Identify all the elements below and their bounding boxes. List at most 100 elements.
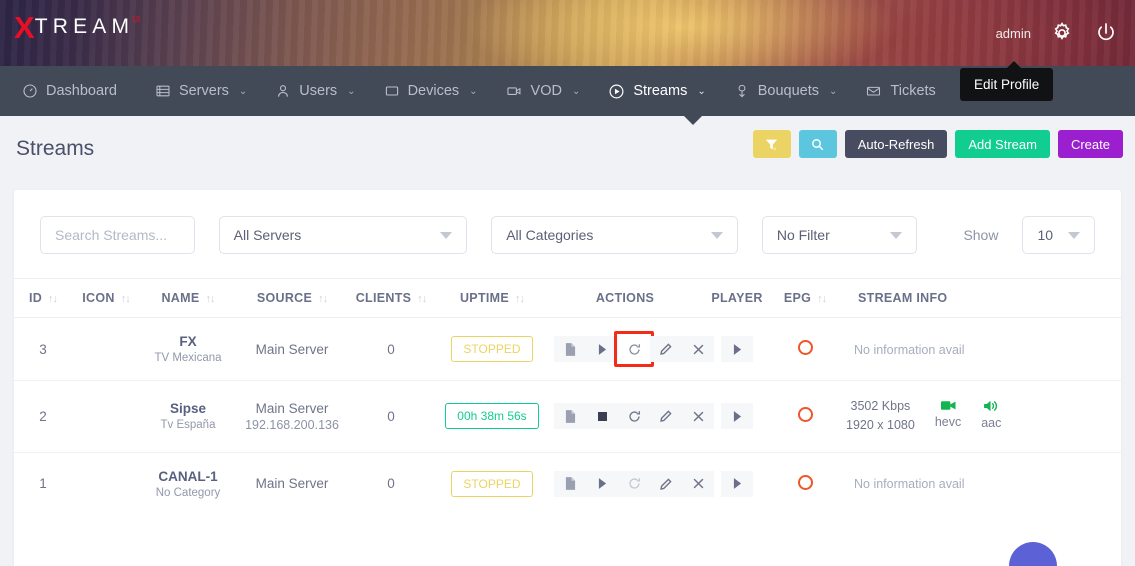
col-label: ICON: [82, 291, 114, 305]
nav-item-dashboard[interactable]: Dashboard: [8, 66, 141, 116]
file-icon[interactable]: [554, 336, 586, 362]
col-name[interactable]: NAME↑↓: [140, 279, 236, 318]
file-icon[interactable]: [554, 471, 586, 497]
file-icon[interactable]: [554, 403, 586, 429]
delete-icon[interactable]: [682, 336, 714, 362]
sort-icon: ↑↓: [515, 293, 524, 305]
floating-action-button[interactable]: [1009, 542, 1057, 566]
source-name: Main Server: [240, 401, 344, 416]
auto-refresh-button[interactable]: Auto-Refresh: [845, 130, 948, 158]
nav-item-vod[interactable]: VOD ⌄: [492, 66, 595, 116]
stream-info-audio-block: aac: [981, 400, 1001, 433]
stream-category: TV Mexicana: [144, 352, 232, 364]
restart-icon[interactable]: [618, 403, 650, 429]
nav-label: Streams: [633, 83, 687, 99]
sort-icon: ↑↓: [417, 293, 426, 305]
gear-icon[interactable]: [1049, 20, 1075, 46]
create-button[interactable]: Create: [1058, 130, 1123, 158]
sort-icon: ↑↓: [318, 293, 327, 305]
video-icon: [941, 400, 956, 411]
search-button[interactable]: [799, 130, 837, 158]
nav-item-streams[interactable]: Streams ⌄: [594, 66, 719, 116]
cell-epg: [774, 381, 836, 453]
stream-info-group: 3502 Kbps 1920 x 1080 hevc aac: [840, 397, 1117, 436]
chevron-down-icon: [1068, 232, 1080, 239]
edit-icon[interactable]: [650, 336, 682, 362]
categories-select[interactable]: All Categories: [491, 216, 738, 254]
stop-icon[interactable]: [586, 403, 618, 429]
cell-source: Main Server: [236, 318, 348, 381]
filter-clear-button[interactable]: x: [753, 130, 791, 158]
page-title: Streams: [16, 137, 94, 161]
restart-icon[interactable]: [618, 336, 650, 362]
chevron-down-icon: ⌄: [347, 86, 355, 97]
player-play-icon[interactable]: [721, 403, 753, 429]
page-header: Streams x Auto-Refresh Add Stream Create: [0, 116, 1135, 182]
delete-icon[interactable]: [682, 471, 714, 497]
col-label: SOURCE: [257, 291, 312, 305]
edit-icon[interactable]: [650, 471, 682, 497]
nav-item-bouquets[interactable]: Bouquets ⌄: [720, 66, 852, 116]
status-badge: STOPPED: [451, 471, 532, 497]
edit-icon[interactable]: [650, 403, 682, 429]
stream-bitrate: 3502 Kbps: [846, 397, 915, 416]
col-source[interactable]: SOURCE ↑↓: [236, 279, 348, 318]
nav-item-devices[interactable]: Devices ⌄: [370, 66, 492, 116]
page-size-select[interactable]: 10: [1022, 216, 1095, 254]
cell-clients: 0: [348, 318, 434, 381]
col-epg[interactable]: EPG↑↓: [774, 279, 836, 318]
col-label: PLAYER: [711, 291, 762, 305]
source-ip: 192.168.200.136: [240, 418, 344, 432]
logo-x: X: [14, 12, 34, 43]
nav-label: Devices: [408, 83, 460, 99]
col-label: UPTIME: [460, 291, 509, 305]
audio-icon: [984, 400, 998, 412]
cell-icon: [72, 318, 140, 381]
col-label: EPG: [784, 291, 811, 305]
col-uptime[interactable]: UPTIME ↑↓: [434, 279, 550, 318]
player-play-icon[interactable]: [721, 336, 753, 362]
sort-icon: ↑↓: [206, 293, 215, 305]
action-button-group: [554, 471, 714, 497]
table-row: 1 CANAL-1 No Category Main Server 0 STOP…: [14, 452, 1121, 515]
stream-name: FX: [144, 334, 232, 349]
delete-icon[interactable]: [682, 403, 714, 429]
categories-select-value: All Categories: [506, 227, 593, 243]
status-filter-select[interactable]: No Filter: [762, 216, 918, 254]
epg-circle-icon[interactable]: [798, 407, 813, 422]
nav-label: VOD: [531, 83, 562, 99]
play-icon[interactable]: [586, 471, 618, 497]
epg-circle-icon[interactable]: [798, 340, 813, 355]
player-play-icon[interactable]: [721, 471, 753, 497]
stream-info-text: No information avail: [854, 477, 964, 491]
col-id[interactable]: ID↑↓: [14, 279, 72, 318]
col-icon[interactable]: ICON↑↓: [72, 279, 140, 318]
nav-label: Dashboard: [46, 83, 117, 99]
chevron-down-icon: [890, 232, 902, 239]
cell-icon: [72, 381, 140, 453]
add-stream-button[interactable]: Add Stream: [955, 130, 1050, 158]
stream-category: No Category: [144, 487, 232, 499]
epg-circle-icon[interactable]: [798, 475, 813, 490]
chevron-down-icon: ⌄: [239, 86, 247, 97]
cell-source: Main Server 192.168.200.136: [236, 381, 348, 453]
cell-stream-info: No information avail: [836, 318, 1121, 381]
nav-item-servers[interactable]: Servers ⌄: [141, 66, 261, 116]
col-clients[interactable]: CLIENTS↑↓: [348, 279, 434, 318]
video-codec: hevc: [935, 415, 961, 429]
cell-name: CANAL-1 No Category: [140, 452, 236, 515]
nav-item-users[interactable]: Users ⌄: [261, 66, 369, 116]
col-actions: ACTIONS: [550, 279, 700, 318]
audio-codec: aac: [981, 416, 1001, 430]
page-action-buttons: x Auto-Refresh Add Stream Create: [753, 130, 1123, 158]
filter-bar: Search Streams... All Servers All Catego…: [14, 190, 1121, 254]
show-label: Show: [963, 227, 998, 243]
stream-name: Sipse: [144, 401, 232, 416]
nav-item-tickets[interactable]: Tickets: [851, 66, 949, 116]
power-icon[interactable]: [1093, 20, 1119, 46]
admin-username[interactable]: admin: [996, 26, 1031, 41]
servers-select[interactable]: All Servers: [219, 216, 468, 254]
nav-label: Users: [299, 83, 337, 99]
restart-icon[interactable]: [618, 471, 650, 497]
search-input[interactable]: Search Streams...: [40, 216, 195, 254]
